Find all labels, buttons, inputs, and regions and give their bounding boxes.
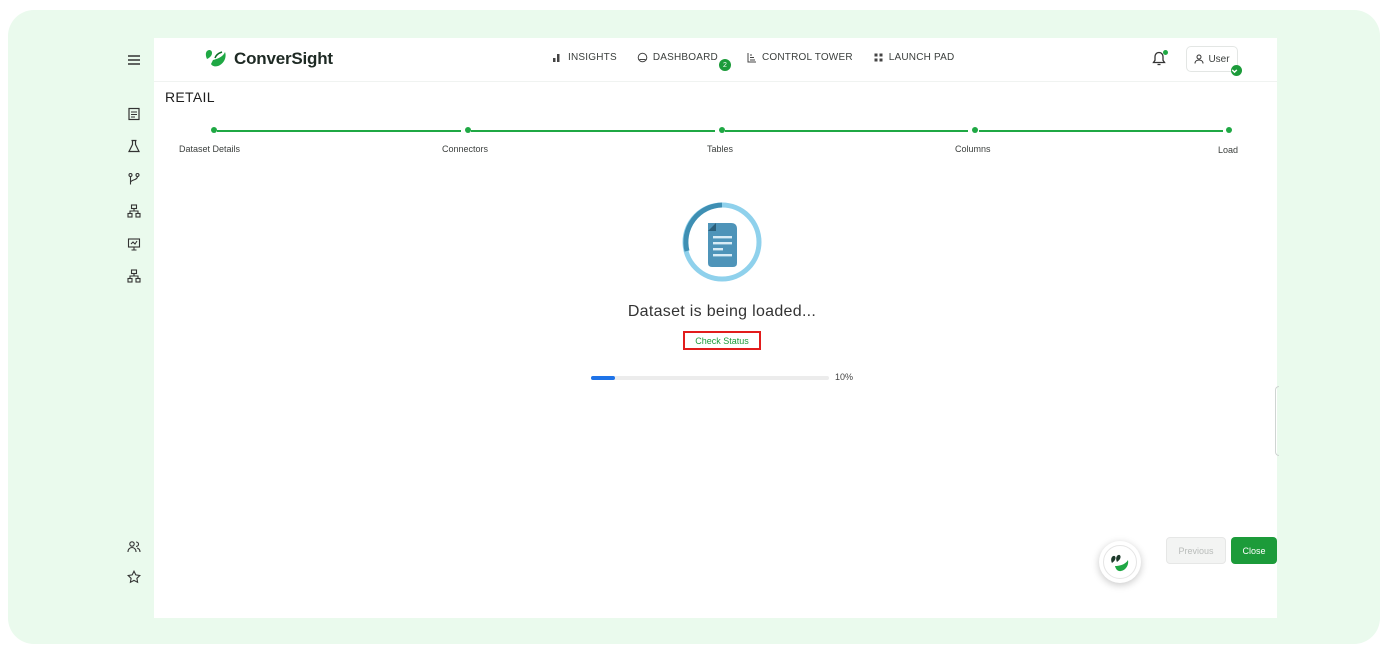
report-icon[interactable]: [125, 105, 143, 123]
branch-icon[interactable]: [125, 170, 143, 188]
brand-name: ConverSight: [234, 49, 333, 68]
nav-insights[interactable]: INSIGHTS: [552, 52, 617, 63]
hierarchy-icon[interactable]: [125, 267, 143, 285]
notification-dot: [1163, 50, 1168, 55]
step-dot-dataset-details: [211, 127, 217, 133]
step-dot-load: [1226, 127, 1232, 133]
users-icon[interactable]: [125, 538, 143, 556]
dashboard-count-badge: 2: [718, 59, 731, 71]
step-connector-line: [217, 130, 461, 132]
previous-button[interactable]: Previous: [1166, 537, 1226, 564]
chevron-down-icon: [1231, 65, 1242, 76]
presentation-icon[interactable]: [125, 235, 143, 253]
step-label-tables[interactable]: Tables: [707, 144, 733, 154]
nav-dashboard-label: DASHBOARD: [652, 52, 718, 63]
bar-chart-icon: [553, 54, 560, 62]
nav-control-tower-label: CONTROL TOWER: [761, 52, 853, 63]
menu-icon[interactable]: [125, 51, 143, 69]
notifications-button[interactable]: [1152, 50, 1168, 68]
nav-launch-pad-label: LAUNCH PAD: [888, 52, 955, 63]
progress-percent: 10%: [835, 372, 854, 382]
step-connector-line: [725, 130, 968, 132]
nav-launch-pad[interactable]: LAUNCH PAD: [873, 52, 955, 63]
step-connector-line: [979, 130, 1223, 132]
step-label-connectors[interactable]: Connectors: [442, 144, 488, 154]
nav-control-tower[interactable]: CONTROL TOWER: [746, 52, 853, 63]
step-dot-connectors: [465, 127, 471, 133]
assistant-chat-button[interactable]: [1099, 541, 1141, 583]
step-dot-columns: [972, 127, 978, 133]
user-menu-button[interactable]: User: [1186, 46, 1242, 76]
close-button[interactable]: Close: [1231, 537, 1277, 564]
conversight-logo-icon: [205, 49, 226, 67]
assistant-logo-icon: [1111, 554, 1129, 572]
document-loading-icon: [682, 202, 762, 282]
load-progress-bar: [591, 376, 829, 380]
check-status-link[interactable]: Check Status: [683, 331, 761, 350]
wizard-stepper: Dataset Details Connectors Tables Column…: [154, 124, 1277, 164]
user-icon: [1194, 54, 1204, 64]
grid-dots-icon: [874, 53, 883, 62]
side-panel-handle[interactable]: [1275, 386, 1279, 456]
hierarchy-icon[interactable]: [125, 202, 143, 220]
step-dot-tables: [719, 127, 725, 133]
step-label-columns[interactable]: Columns: [955, 144, 991, 154]
step-connector-line: [471, 130, 715, 132]
dashboard-gauge-icon: [637, 52, 648, 63]
flask-icon[interactable]: [125, 137, 143, 155]
top-navbar: ConverSight INSIGHTS DASHBOARD 2 CONTROL…: [154, 38, 1277, 82]
control-tower-icon: [747, 53, 756, 63]
nav-dashboard[interactable]: DASHBOARD 2: [637, 52, 731, 71]
step-label-dataset-details[interactable]: Dataset Details: [179, 144, 240, 154]
loading-message: Dataset is being loaded...: [627, 303, 817, 320]
brand-logo[interactable]: ConverSight: [204, 48, 333, 70]
star-icon[interactable]: [125, 568, 143, 586]
nav-insights-label: INSIGHTS: [568, 52, 617, 63]
main-nav: INSIGHTS DASHBOARD 2 CONTROL TOWER LAUNC…: [552, 52, 974, 71]
load-progress-fill: [591, 376, 615, 380]
step-label-load[interactable]: Load: [1218, 145, 1238, 155]
user-label: User: [1208, 53, 1230, 65]
page-title: RETAIL: [165, 89, 215, 105]
left-sidebar: [116, 40, 154, 618]
main-panel: ConverSight INSIGHTS DASHBOARD 2 CONTROL…: [154, 38, 1279, 618]
